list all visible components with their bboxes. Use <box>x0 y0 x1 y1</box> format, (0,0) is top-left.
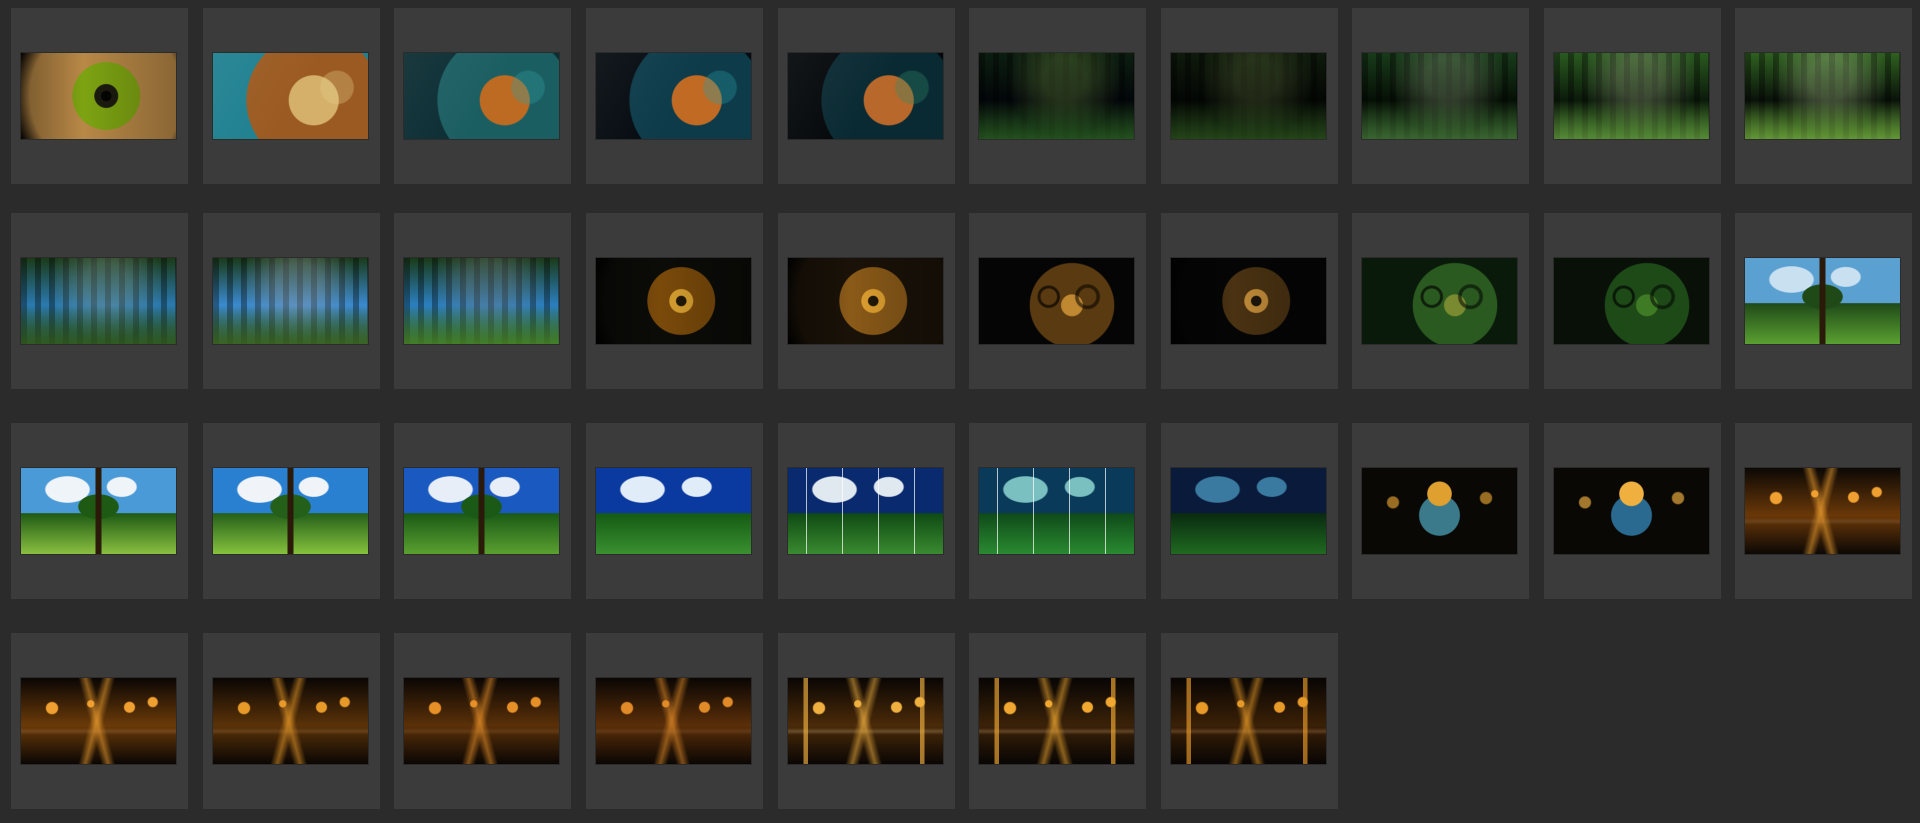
thumbnail-image <box>979 258 1134 344</box>
thumbnail-tile[interactable] <box>586 213 763 389</box>
thumbnail-tile[interactable] <box>586 633 763 809</box>
thumbnail-tile[interactable] <box>203 633 380 809</box>
thumbnail-image <box>213 468 368 554</box>
thumbnail-image <box>596 53 751 139</box>
thumbnail-tile[interactable] <box>1352 213 1529 389</box>
thumbnail-image <box>21 53 176 139</box>
thumbnail-image <box>1362 53 1517 139</box>
thumbnail-tile[interactable] <box>1735 213 1912 389</box>
thumbnail-image <box>596 468 751 554</box>
thumbnail-image <box>1362 468 1517 554</box>
thumbnail-tile[interactable] <box>1544 213 1721 389</box>
thumbnail-tile[interactable] <box>969 423 1146 599</box>
thumbnail-image <box>21 678 176 764</box>
thumbnail-image <box>213 258 368 344</box>
thumbnail-image <box>21 258 176 344</box>
thumbnail-tile[interactable] <box>1544 423 1721 599</box>
thumbnail-tile[interactable] <box>11 213 188 389</box>
thumbnail-tile[interactable] <box>1161 633 1338 809</box>
thumbnail-tile[interactable] <box>203 8 380 184</box>
thumbnail-tile[interactable] <box>11 8 188 184</box>
thumbnail-tile[interactable] <box>1735 423 1912 599</box>
thumbnail-tile[interactable] <box>969 633 1146 809</box>
thumbnail-image <box>1554 258 1709 344</box>
thumbnail-image <box>1171 678 1326 764</box>
thumbnail-image <box>788 678 943 764</box>
thumbnail-image <box>788 258 943 344</box>
thumbnail-tile[interactable] <box>586 423 763 599</box>
thumbnail-tile[interactable] <box>1544 8 1721 184</box>
thumbnail-tile[interactable] <box>11 423 188 599</box>
thumbnail-tile[interactable] <box>394 213 571 389</box>
thumbnail-tile[interactable] <box>203 213 380 389</box>
thumbnail-image <box>979 468 1134 554</box>
thumbnail-image <box>1554 53 1709 139</box>
thumbnail-image <box>596 258 751 344</box>
thumbnail-tile[interactable] <box>203 423 380 599</box>
thumbnail-tile[interactable] <box>778 633 955 809</box>
thumbnail-tile[interactable] <box>1161 8 1338 184</box>
thumbnail-image <box>404 468 559 554</box>
thumbnail-tile[interactable] <box>394 633 571 809</box>
thumbnail-tile[interactable] <box>778 213 955 389</box>
thumbnail-tile[interactable] <box>778 8 955 184</box>
thumbnail-image <box>1171 258 1326 344</box>
thumbnail-tile[interactable] <box>1161 423 1338 599</box>
thumbnail-tile[interactable] <box>1161 213 1338 389</box>
thumbnail-image <box>1554 468 1709 554</box>
thumbnail-tile[interactable] <box>969 213 1146 389</box>
thumbnail-image <box>213 678 368 764</box>
thumbnail-tile[interactable] <box>586 8 763 184</box>
thumbnail-image <box>979 53 1134 139</box>
thumbnail-image <box>1171 468 1326 554</box>
thumbnail-image <box>1171 53 1326 139</box>
thumbnail-image <box>1745 258 1900 344</box>
thumbnail-image <box>404 678 559 764</box>
thumbnail-image <box>404 258 559 344</box>
thumbnail-tile[interactable] <box>778 423 955 599</box>
thumbnail-image <box>596 678 751 764</box>
thumbnail-tile[interactable] <box>969 8 1146 184</box>
thumbnail-grid <box>0 0 1920 823</box>
thumbnail-image <box>21 468 176 554</box>
thumbnail-tile[interactable] <box>394 8 571 184</box>
thumbnail-image <box>213 53 368 139</box>
thumbnail-tile[interactable] <box>1352 8 1529 184</box>
thumbnail-image <box>788 468 943 554</box>
thumbnail-image <box>788 53 943 139</box>
thumbnail-tile[interactable] <box>1735 8 1912 184</box>
thumbnail-image <box>1745 53 1900 139</box>
thumbnail-image <box>404 53 559 139</box>
thumbnail-tile[interactable] <box>11 633 188 809</box>
thumbnail-tile[interactable] <box>1352 423 1529 599</box>
thumbnail-image <box>1362 258 1517 344</box>
thumbnail-tile[interactable] <box>394 423 571 599</box>
thumbnail-image <box>979 678 1134 764</box>
thumbnail-image <box>1745 468 1900 554</box>
